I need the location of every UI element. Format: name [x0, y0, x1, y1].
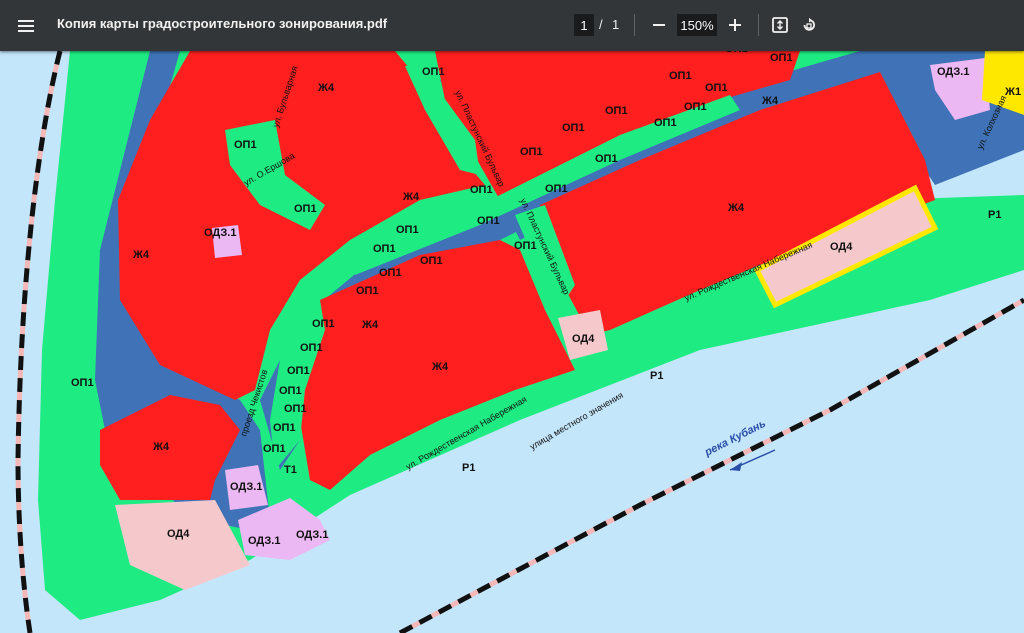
zone-label: ОП1: [294, 203, 317, 215]
zoom-in-button[interactable]: [723, 12, 747, 38]
zone-label: Ж4: [132, 249, 150, 261]
zoom-out-button[interactable]: [647, 12, 671, 38]
rotate-button[interactable]: [797, 12, 821, 38]
zone-label: ОП1: [654, 117, 677, 129]
plus-icon: [729, 19, 741, 31]
zone-label: ОП1: [520, 146, 543, 158]
zone-label: ОДЗ.1: [248, 535, 280, 547]
zone-label: ОД4: [572, 333, 595, 345]
zone-label: ОП1: [379, 267, 402, 279]
zone-label: Ж4: [361, 319, 379, 331]
zone-label: ОП1: [420, 255, 443, 267]
zoom-input[interactable]: 150%: [677, 14, 717, 36]
menu-button[interactable]: [12, 12, 40, 40]
zone-label: ОП1: [287, 365, 310, 377]
zone-label: ОП1: [514, 240, 537, 252]
zone-label: ОП1: [300, 342, 323, 354]
page-number-input[interactable]: 1: [574, 14, 594, 36]
pdf-toolbar: Копия карты градостроительного зонирован…: [0, 0, 1024, 51]
zone-label: ОП1: [312, 318, 335, 330]
rotate-icon: [803, 17, 815, 31]
fit-page-icon: [772, 17, 788, 33]
zone-label: ОП1: [477, 215, 500, 227]
zone-label: Т1: [284, 464, 297, 476]
zone-label: Р1: [462, 462, 475, 474]
zone-label: ОП1: [669, 70, 692, 82]
zone-label: ОП1: [725, 51, 748, 55]
zone-label: ОП1: [705, 82, 728, 94]
document-title: Копия карты градостроительного зонирован…: [57, 16, 388, 31]
zone-label: ОД4: [830, 241, 853, 253]
zone-label: ОДЗ.1: [937, 66, 969, 78]
zone-label: ОП1: [279, 385, 302, 397]
zone-label: ОП1: [605, 105, 628, 117]
toolbar-divider: [758, 14, 759, 36]
zone-label: ОП1: [71, 377, 94, 389]
zone-label: ОП1: [562, 122, 585, 134]
zone-label: Ж4: [402, 191, 420, 203]
minus-icon: [653, 24, 665, 26]
map-canvas[interactable]: Ж4 Ж4 Ж4 Ж4 Ж4 Ж4 Ж4 Ж4 Ж1 ОДЗ.1 ОДЗ.1 О…: [0, 51, 1024, 633]
zone-label: ОП1: [770, 52, 793, 64]
zone-label: ОП1: [263, 443, 286, 455]
zone-label: Р1: [650, 370, 663, 382]
zone-label: ОП1: [396, 224, 419, 236]
zone-label: ОД4: [167, 528, 190, 540]
zone-label: Ж4: [761, 95, 779, 107]
page-total: 1: [612, 17, 620, 32]
zone-label: Ж4: [152, 441, 170, 453]
zone-label: Р1: [988, 209, 1001, 221]
zone-label: Ж1: [1004, 86, 1021, 98]
zone-label: Ж4: [317, 82, 335, 94]
zone-label: ОП1: [284, 403, 307, 415]
fit-page-button[interactable]: [768, 12, 792, 38]
zone-label: ОП1: [470, 184, 493, 196]
page-separator: /: [599, 17, 603, 32]
toolbar-divider: [634, 14, 635, 36]
zone-label: ОДЗ.1: [296, 529, 328, 541]
zone-label: Ж4: [727, 202, 745, 214]
zone-label: ОП1: [595, 153, 618, 165]
zone-label: ОП1: [356, 285, 379, 297]
zone-label: ОДЗ.1: [204, 227, 236, 239]
zone-label: ОП1: [545, 183, 568, 195]
zone-label: ОП1: [684, 101, 707, 113]
zone-label: ОП1: [373, 243, 396, 255]
zone-label: Ж4: [431, 361, 449, 373]
hamburger-menu-icon: [18, 20, 34, 32]
zone-label: ОП1: [234, 139, 257, 151]
zone-label: ОП1: [422, 66, 445, 78]
zone-label: ОДЗ.1: [230, 481, 262, 493]
zone-label: ОП1: [273, 422, 296, 434]
